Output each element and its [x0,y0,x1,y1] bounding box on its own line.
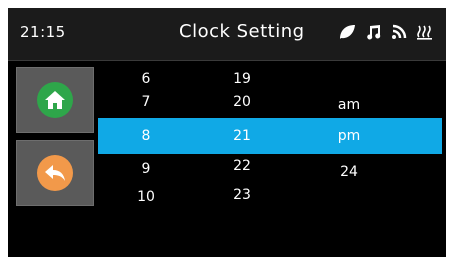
hour-option[interactable]: 6 [134,71,158,87]
minute-option[interactable]: 22 [228,158,256,174]
hour-option-selected[interactable]: 8 [134,128,158,144]
hour-option[interactable]: 10 [134,189,158,205]
leaf-icon [338,24,356,40]
clock-setting-screen: 21:15 Clock Setting 6 7 8 9 10 19 20 21 … [8,8,446,257]
minute-option[interactable]: 20 [228,94,256,110]
status-icons [338,24,434,40]
music-note-icon [364,24,382,40]
status-time: 21:15 [20,23,66,41]
page-title: Clock Setting [179,21,305,42]
steam-icon [416,24,434,40]
minute-option[interactable]: 19 [228,71,256,87]
minute-option[interactable]: 23 [228,187,256,203]
period-option[interactable]: 24 [332,164,366,180]
back-arrow-icon [37,155,73,191]
back-button[interactable] [16,140,94,206]
minute-option-selected[interactable]: 21 [228,128,256,144]
status-bar: 21:15 Clock Setting [8,8,446,61]
period-option-selected[interactable]: pm [332,128,366,144]
home-button[interactable] [16,67,94,133]
period-option[interactable]: am [332,97,366,113]
home-icon [37,82,73,118]
hour-option[interactable]: 7 [134,94,158,110]
hour-option[interactable]: 9 [134,161,158,177]
wifi-icon [390,24,408,40]
